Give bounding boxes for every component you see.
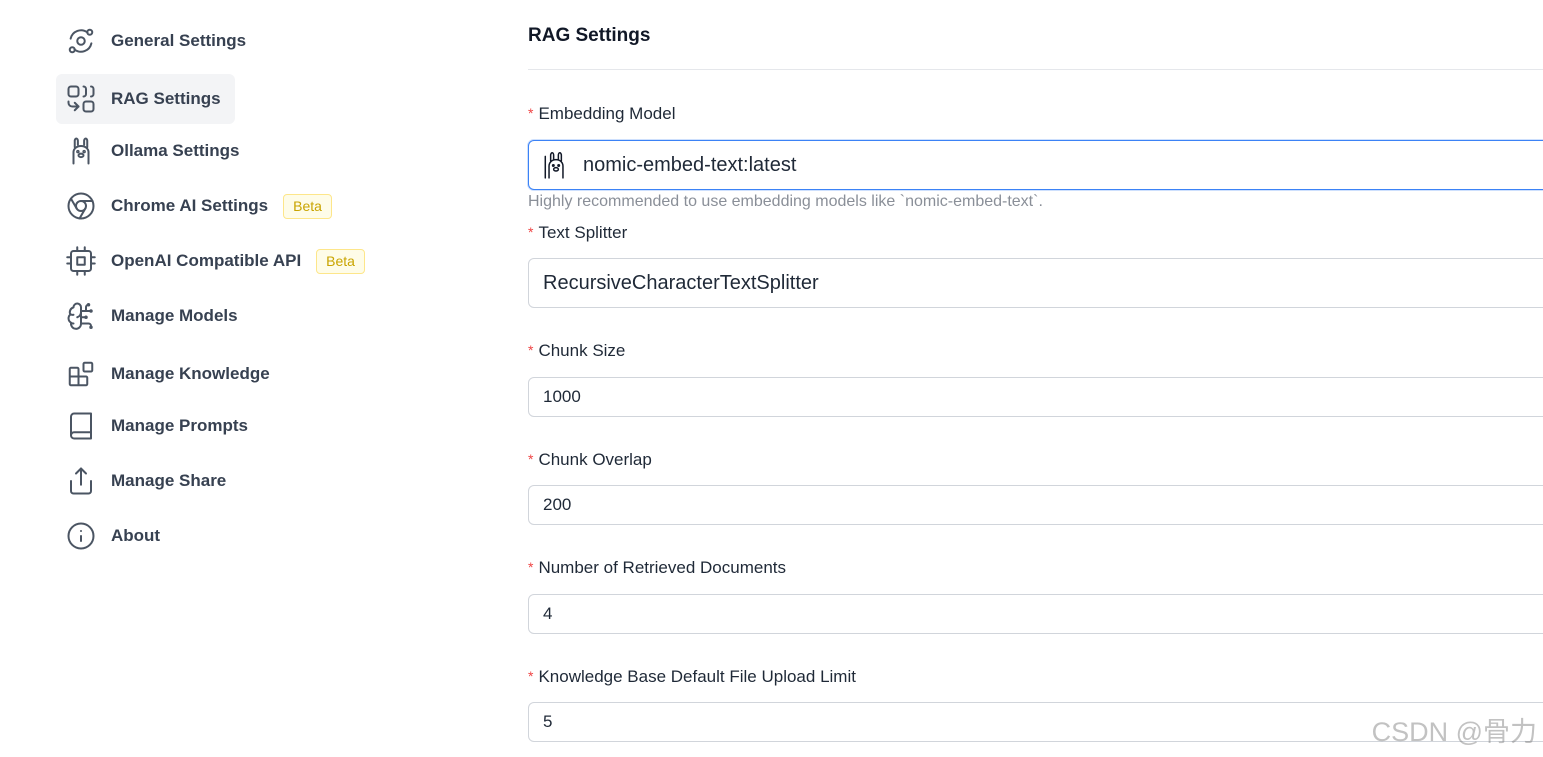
sidebar-item-rag-settings[interactable]: RAG Settings — [56, 74, 235, 124]
upload-limit-value: 5 — [543, 712, 553, 731]
sidebar-item-label: Chrome AI Settings — [111, 196, 269, 215]
chunk-overlap-label: * Chunk Overlap — [528, 450, 652, 469]
retrieved-docs-input[interactable]: 4 — [528, 594, 1543, 634]
required-mark: * — [528, 559, 534, 575]
text-splitter-value: RecursiveCharacterTextSplitter — [543, 271, 819, 294]
sidebar-item-manage-share[interactable]: Manage Share — [56, 456, 240, 506]
brain-icon — [65, 300, 97, 332]
llama-icon — [543, 150, 569, 180]
header-divider — [528, 69, 1543, 70]
embedding-model-select[interactable]: nomic-embed-text:latest — [528, 140, 1543, 190]
sidebar-item-manage-prompts[interactable]: Manage Prompts — [56, 401, 262, 451]
required-mark: * — [528, 451, 534, 467]
required-mark: * — [528, 342, 534, 358]
page-title: RAG Settings — [528, 25, 651, 46]
text-splitter-label: * Text Splitter — [528, 223, 628, 242]
chunk-size-value: 1000 — [543, 387, 581, 406]
sidebar-item-ollama-settings[interactable]: Ollama Settings — [56, 126, 253, 176]
required-mark: * — [528, 105, 534, 121]
retrieved-docs-value: 4 — [543, 604, 553, 623]
sidebar-item-label: Manage Models — [111, 306, 238, 325]
watermark: CSDN @骨力 — [1371, 717, 1537, 747]
sidebar-item-label: Manage Share — [111, 471, 227, 490]
sidebar-item-openai-compatible-api[interactable]: OpenAI Compatible API Beta — [56, 236, 379, 286]
sidebar-item-general-settings[interactable]: General Settings — [56, 16, 260, 66]
share-icon — [65, 465, 97, 497]
info-icon — [65, 520, 97, 552]
blocks-icon — [65, 358, 97, 390]
required-mark: * — [528, 224, 534, 240]
beta-badge: Beta — [316, 248, 365, 274]
sidebar-item-label: RAG Settings — [111, 89, 221, 108]
embedding-model-help: Highly recommended to use embedding mode… — [528, 193, 1043, 210]
combine-icon — [65, 83, 97, 115]
chrome-icon — [65, 190, 97, 222]
embedding-model-label: * Embedding Model — [528, 104, 676, 123]
book-icon — [65, 410, 97, 442]
text-splitter-select[interactable]: RecursiveCharacterTextSplitter — [528, 258, 1543, 308]
sidebar-item-manage-knowledge[interactable]: Manage Knowledge — [56, 349, 284, 399]
chunk-size-input[interactable]: 1000 — [528, 377, 1543, 417]
retrieved-docs-label: * Number of Retrieved Documents — [528, 558, 786, 577]
sidebar-item-chrome-ai-settings[interactable]: Chrome AI Settings Beta — [56, 181, 346, 231]
sidebar-item-label: About — [111, 526, 161, 545]
required-mark: * — [528, 668, 534, 684]
sidebar-item-label: OpenAI Compatible API — [111, 251, 302, 270]
sidebar-item-label: Manage Knowledge — [111, 364, 270, 383]
settings-page: General Settings RAG Settings Ollama Set… — [0, 0, 1543, 757]
cpu-icon — [65, 245, 97, 277]
sidebar-item-manage-models[interactable]: Manage Models — [56, 291, 252, 341]
chunk-overlap-value: 200 — [543, 495, 572, 514]
beta-badge: Beta — [283, 193, 332, 219]
orbit-icon — [65, 25, 97, 57]
embedding-model-value: nomic-embed-text:latest — [583, 153, 797, 176]
upload-limit-label: * Knowledge Base Default File Upload Limi… — [528, 667, 856, 686]
sidebar-item-about[interactable]: About — [56, 511, 174, 561]
chunk-size-label: * Chunk Size — [528, 341, 626, 360]
llama-icon — [65, 135, 97, 167]
sidebar-item-label: Ollama Settings — [111, 141, 240, 160]
sidebar-item-label: General Settings — [111, 31, 247, 50]
sidebar-item-label: Manage Prompts — [111, 416, 248, 435]
chunk-overlap-input[interactable]: 200 — [528, 485, 1543, 525]
